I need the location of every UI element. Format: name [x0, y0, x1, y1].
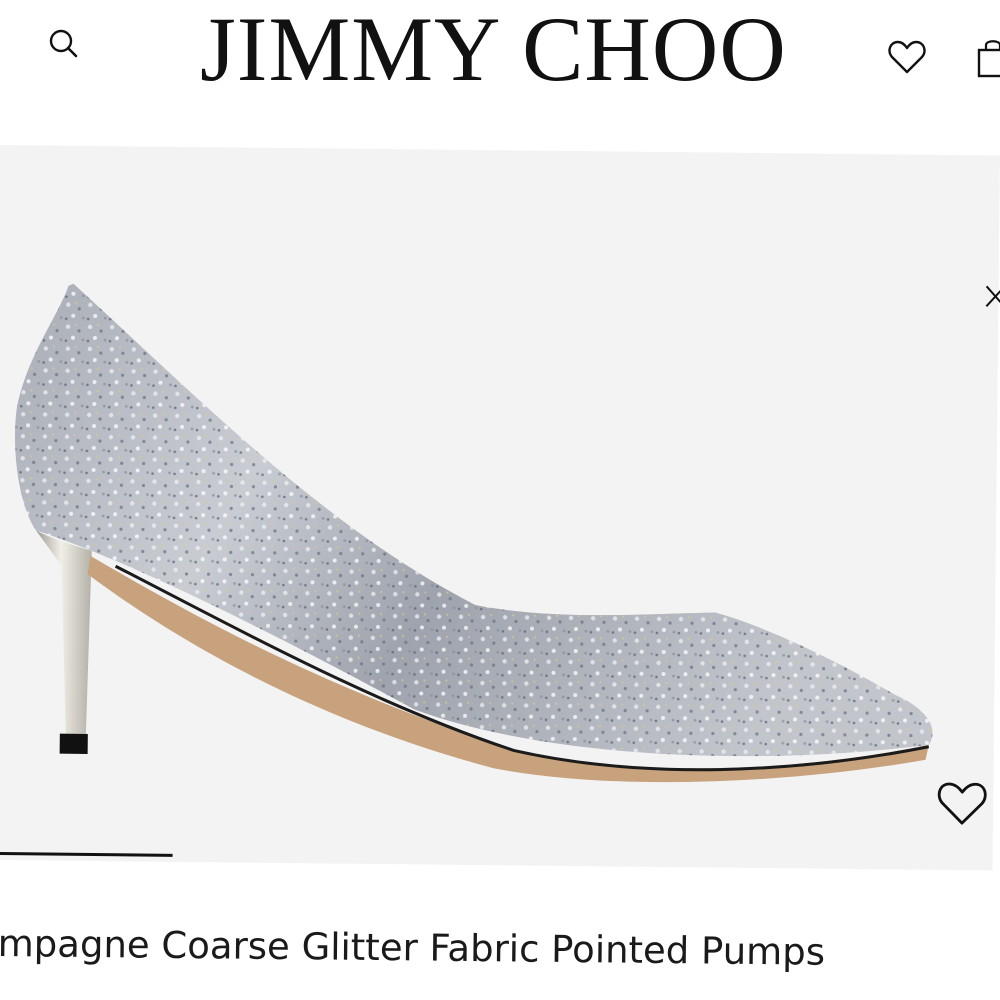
product-image[interactable] [0, 145, 1000, 870]
search-icon [49, 29, 78, 58]
shopping-bag-button[interactable] [972, 36, 1000, 80]
brand-logo[interactable]: JIMMY CHOO [200, 0, 786, 100]
product-title: mpagne Coarse Glitter Fabric Pointed Pum… [0, 922, 826, 974]
shopping-bag-icon [977, 40, 1000, 78]
close-icon [985, 285, 1000, 308]
heart-icon [888, 40, 926, 74]
image-wishlist-button[interactable] [933, 777, 992, 830]
product-image-gallery[interactable] [0, 145, 1000, 871]
wishlist-button[interactable] [884, 34, 930, 80]
heart-icon [937, 782, 987, 825]
close-button[interactable] [978, 280, 1000, 314]
search-button[interactable] [44, 24, 84, 64]
site-header: JIMMY CHOO [0, 0, 1000, 140]
